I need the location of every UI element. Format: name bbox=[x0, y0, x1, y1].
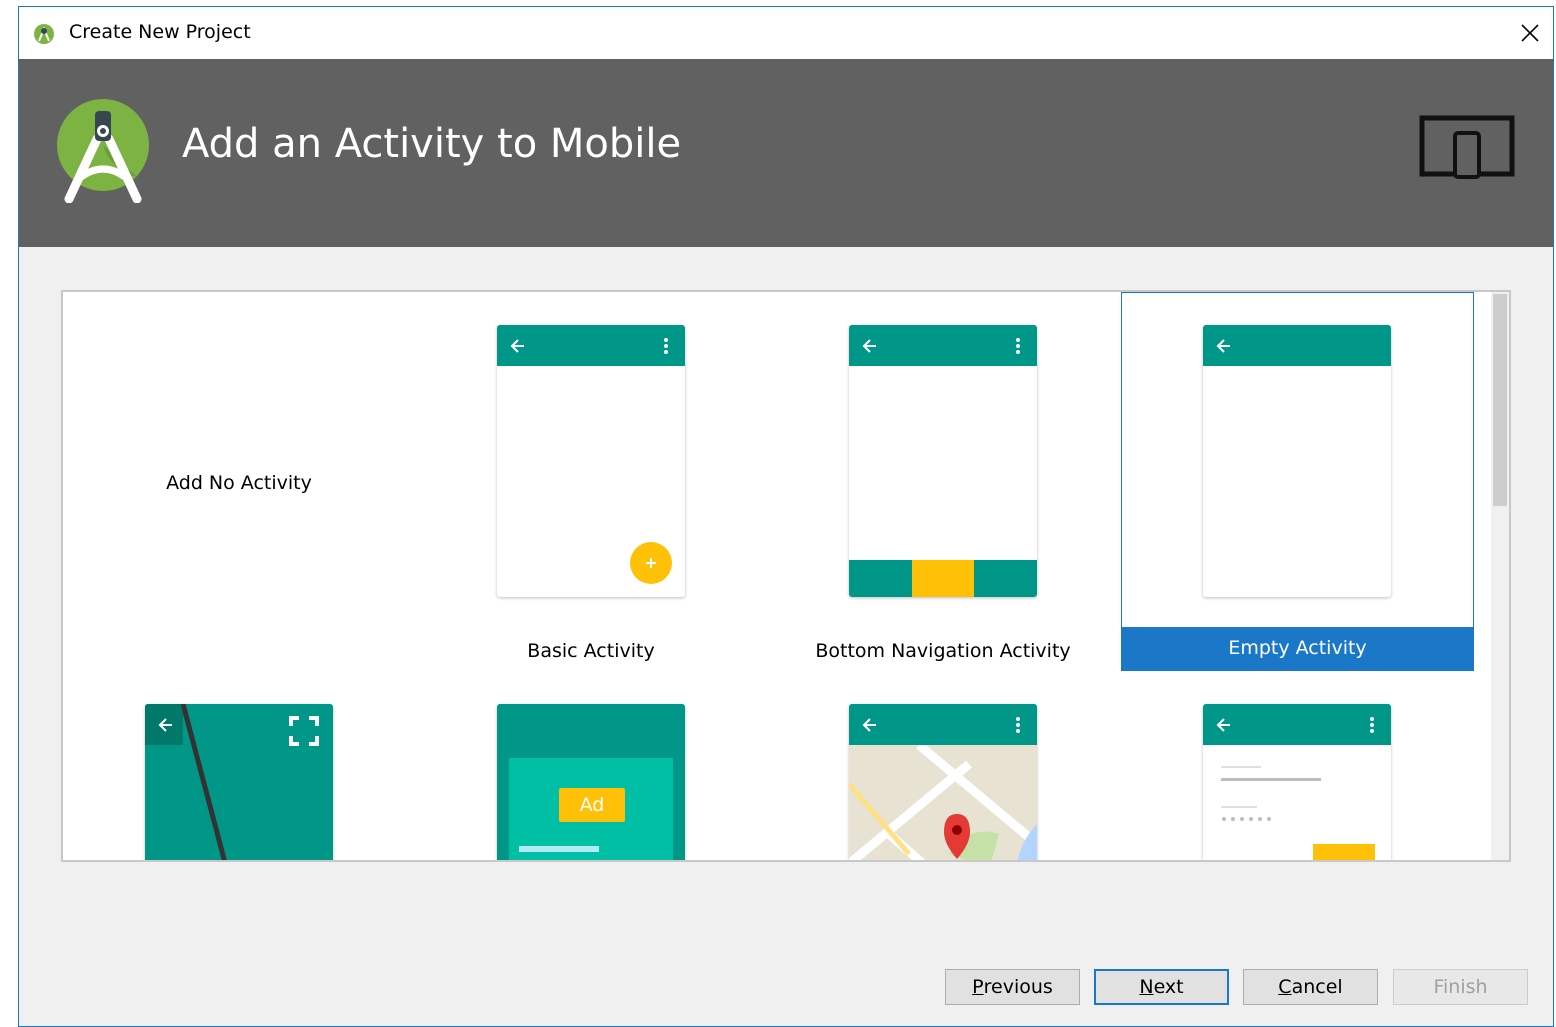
scrollbar-thumb[interactable] bbox=[1493, 294, 1507, 506]
template-preview bbox=[849, 325, 1037, 597]
template-label: Add No Activity bbox=[166, 472, 312, 494]
overflow-menu-icon bbox=[1016, 338, 1020, 354]
previous-label: revious bbox=[983, 976, 1053, 998]
android-studio-logo bbox=[57, 99, 149, 203]
fab-add-icon bbox=[630, 542, 672, 584]
template-gallery: Add No Activity Basic Activity Bottom Na… bbox=[61, 290, 1511, 862]
login-field-label bbox=[1221, 766, 1261, 768]
previous-button[interactable]: Previous bbox=[945, 969, 1080, 1005]
gallery-scrollbar[interactable] bbox=[1491, 292, 1509, 860]
password-dots bbox=[1222, 817, 1271, 821]
back-arrow-icon bbox=[1216, 718, 1230, 732]
finish-button[interactable]: Finish bbox=[1393, 969, 1528, 1005]
template-preview bbox=[145, 704, 333, 860]
template-preview bbox=[1203, 325, 1391, 597]
login-email-line bbox=[1221, 778, 1321, 781]
template-preview bbox=[497, 325, 685, 597]
back-arrow-icon bbox=[862, 718, 876, 732]
create-project-window: Create New Project Add an Activity to Mo… bbox=[18, 6, 1554, 1027]
back-arrow-icon bbox=[510, 339, 524, 353]
template-add-no-activity[interactable]: Add No Activity bbox=[63, 292, 415, 672]
template-basic-activity[interactable]: Basic Activity bbox=[415, 292, 767, 672]
template-label: Bottom Navigation Activity bbox=[815, 640, 1071, 662]
back-arrow-icon bbox=[862, 339, 876, 353]
wizard-header: Add an Activity to Mobile bbox=[19, 59, 1553, 247]
close-icon bbox=[1521, 24, 1539, 42]
login-button-preview bbox=[1313, 844, 1375, 860]
template-fullscreen-activity[interactable] bbox=[63, 672, 415, 860]
title-bar: Create New Project bbox=[19, 7, 1553, 59]
bottom-nav-bar bbox=[849, 560, 1037, 597]
template-bottom-navigation-activity[interactable]: Bottom Navigation Activity bbox=[767, 292, 1119, 672]
page-title: Add an Activity to Mobile bbox=[182, 121, 682, 167]
template-label: Empty Activity bbox=[1122, 627, 1473, 670]
ad-text-line bbox=[519, 846, 599, 852]
cancel-button[interactable]: Cancel bbox=[1243, 969, 1378, 1005]
bottom-nav-selected-item bbox=[912, 560, 974, 597]
next-button[interactable]: Next bbox=[1094, 969, 1229, 1005]
previous-mnemonic: P bbox=[972, 976, 984, 998]
window-title: Create New Project bbox=[69, 21, 251, 43]
next-mnemonic: N bbox=[1139, 976, 1154, 998]
template-preview bbox=[849, 704, 1037, 860]
cancel-mnemonic: C bbox=[1278, 976, 1292, 998]
ad-panel: Ad bbox=[509, 758, 673, 860]
overflow-menu-icon bbox=[664, 338, 668, 354]
ad-badge: Ad bbox=[559, 788, 625, 822]
cancel-label: ancel bbox=[1291, 976, 1343, 998]
back-arrow-icon bbox=[1216, 339, 1230, 353]
template-preview bbox=[1203, 704, 1391, 860]
login-field-label bbox=[1221, 806, 1257, 808]
diagonal-stroke bbox=[180, 704, 227, 860]
overflow-menu-icon bbox=[1370, 717, 1374, 733]
template-admob-activity[interactable]: Ad bbox=[415, 672, 767, 860]
template-login-activity[interactable] bbox=[1121, 672, 1473, 860]
template-maps-activity[interactable] bbox=[767, 672, 1119, 860]
template-empty-activity[interactable]: Empty Activity bbox=[1121, 292, 1474, 671]
overflow-menu-icon bbox=[1016, 717, 1020, 733]
next-label: ext bbox=[1153, 976, 1184, 998]
template-preview: Ad bbox=[497, 704, 685, 860]
android-studio-small-icon bbox=[34, 24, 54, 44]
close-button[interactable] bbox=[1507, 7, 1553, 59]
template-label: Basic Activity bbox=[527, 640, 655, 662]
phone-tablet-icon bbox=[1419, 115, 1515, 179]
